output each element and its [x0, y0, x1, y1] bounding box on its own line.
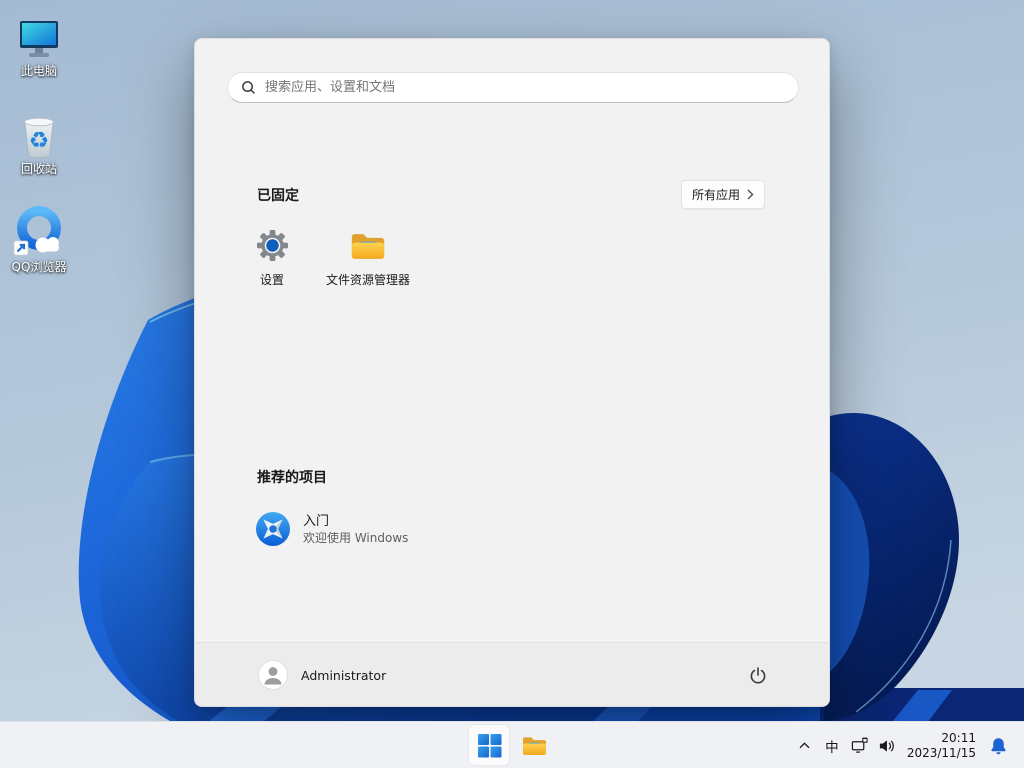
- desktop-icon-label: 此电脑: [20, 64, 57, 78]
- pinned-app-settings[interactable]: 设置: [224, 217, 320, 301]
- all-apps-button[interactable]: 所有应用: [680, 180, 765, 209]
- desktop: 此电脑 ♻ 回收站 QQ浏览器 搜索应用、设置和文档 已固定 所有应用 设置 文…: [0, 0, 1024, 768]
- desktop-icon-label: 回收站: [20, 162, 57, 176]
- search-icon: [241, 80, 256, 95]
- clock-time: 20:11: [941, 730, 976, 745]
- recommended-item-get-started[interactable]: 入门 欢迎使用 Windows: [243, 501, 553, 557]
- pinned-app-file-explorer[interactable]: 文件资源管理器: [320, 217, 416, 301]
- desktop-icon-qq-browser[interactable]: QQ浏览器: [1, 200, 77, 274]
- system-tray: 中 20:11 2023/11/15: [792, 722, 1024, 768]
- recommended-section-title: 推荐的项目: [257, 470, 327, 486]
- tray-show-hidden-icons-button[interactable]: [792, 727, 818, 765]
- search-input[interactable]: [265, 80, 785, 95]
- recommended-item-text: 入门 欢迎使用 Windows: [303, 513, 408, 546]
- chevron-right-icon: [747, 189, 754, 200]
- start-button[interactable]: [469, 725, 509, 765]
- taskbar-center-buttons: [469, 725, 554, 765]
- desktop-icon-list: 此电脑 ♻ 回收站 QQ浏览器: [1, 4, 77, 274]
- file-explorer-icon: [349, 229, 387, 262]
- pinned-app-label: 文件资源管理器: [325, 273, 410, 287]
- ime-label: 中: [825, 739, 839, 756]
- taskbar-file-explorer-button[interactable]: [514, 725, 554, 765]
- clock-date: 2023/11/15: [906, 745, 976, 760]
- recycle-bin-icon: ♻: [15, 108, 63, 160]
- desktop-icon-this-pc[interactable]: 此电脑: [1, 4, 77, 78]
- pinned-section-title: 已固定: [257, 188, 299, 204]
- start-menu-user-bar: Administrator: [195, 642, 829, 706]
- clock[interactable]: 20:11 2023/11/15: [907, 731, 976, 761]
- recommended-item-title: 入门: [303, 513, 330, 529]
- speaker-icon: [878, 738, 895, 754]
- start-menu: 已固定 所有应用: [194, 38, 830, 707]
- power-button[interactable]: [739, 656, 777, 694]
- desktop-icon-recycle-bin[interactable]: ♻ 回收站: [1, 102, 77, 176]
- get-started-icon: [255, 511, 291, 547]
- avatar: [259, 661, 287, 689]
- ime-indicator[interactable]: 中: [818, 727, 846, 765]
- pinned-app-label: 设置: [259, 273, 284, 287]
- network-button[interactable]: [846, 727, 873, 765]
- pinned-grid: 设置 文件资源管理器: [224, 217, 416, 301]
- recommended-item-subtitle: 欢迎使用 Windows: [303, 530, 409, 545]
- svg-text:♻: ♻: [29, 128, 50, 154]
- search-box[interactable]: [227, 72, 799, 103]
- all-apps-label: 所有应用: [691, 188, 740, 202]
- taskbar: 中 20:11 2023/11/15: [0, 721, 1024, 768]
- windows-logo-icon: [477, 733, 502, 758]
- notification-bell-button[interactable]: [985, 727, 1011, 765]
- power-icon: [749, 666, 767, 684]
- volume-button[interactable]: [873, 727, 901, 765]
- this-pc-icon: [15, 10, 63, 62]
- chevron-up-icon: [798, 741, 811, 750]
- desktop-icon-label: QQ浏览器: [11, 260, 67, 274]
- notification-bell-icon: [990, 737, 1007, 755]
- settings-icon: [256, 229, 289, 262]
- file-explorer-icon: [521, 734, 548, 757]
- network-ethernet-icon: [851, 737, 868, 754]
- user-account-button[interactable]: Administrator: [259, 661, 386, 689]
- user-name: Administrator: [301, 667, 387, 683]
- qq-browser-icon: [12, 206, 66, 258]
